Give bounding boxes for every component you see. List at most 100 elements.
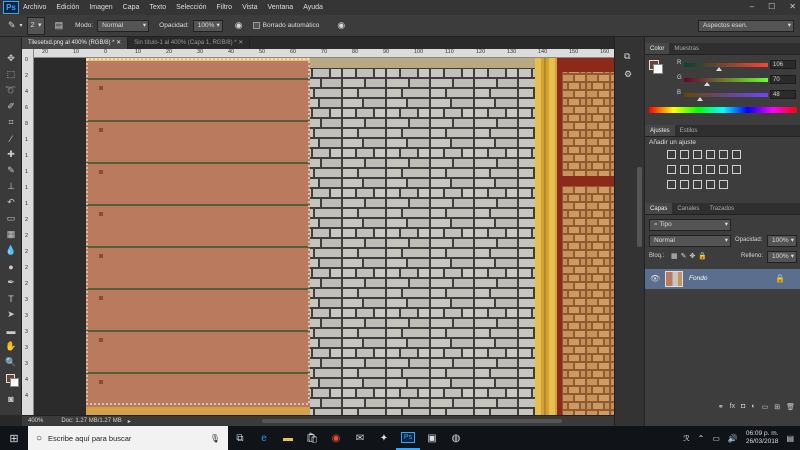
exposure-icon[interactable]: [706, 150, 715, 159]
minimize-icon[interactable]: –: [750, 2, 754, 11]
app-icon[interactable]: ▣: [420, 426, 444, 450]
taskbar-search[interactable]: ○ Escribe aquí para buscar 🎙: [28, 426, 228, 450]
layer-opacity-input[interactable]: 100%: [767, 235, 797, 247]
new-layer-icon[interactable]: ⊞: [774, 403, 780, 415]
slider-thumb[interactable]: [696, 97, 703, 101]
menu-archivo[interactable]: Archivo: [23, 4, 46, 11]
r-value[interactable]: 106: [770, 60, 796, 69]
shape-tool-icon[interactable]: ▬: [4, 325, 18, 336]
chrome-icon[interactable]: ◉: [324, 426, 348, 450]
threshold-icon[interactable]: [693, 180, 702, 189]
selective-color-icon[interactable]: [719, 180, 728, 189]
healing-tool-icon[interactable]: ✚: [4, 149, 18, 160]
volume-icon[interactable]: 🔊: [728, 434, 738, 443]
move-tool-icon[interactable]: ✥: [4, 53, 18, 64]
menu-seleccion[interactable]: Selección: [176, 4, 206, 11]
quick-mask-icon[interactable]: ◙: [4, 393, 18, 404]
visibility-eye-icon[interactable]: 👁: [650, 274, 660, 283]
image-canvas[interactable]: [34, 58, 614, 415]
windows-start-icon[interactable]: ⊞: [0, 426, 28, 450]
background-color-swatch[interactable]: [10, 378, 19, 387]
levels-icon[interactable]: [680, 150, 689, 159]
g-value[interactable]: 70: [770, 75, 796, 84]
file-explorer-icon[interactable]: ▬: [276, 426, 300, 450]
clock[interactable]: 06:09 p. m. 26/03/2018: [746, 430, 779, 446]
menu-capa[interactable]: Capa: [123, 4, 140, 11]
zoom-tool-icon[interactable]: 🔍: [4, 357, 18, 368]
fill-input[interactable]: 100%: [767, 251, 797, 263]
mask-icon[interactable]: ◘: [741, 403, 745, 415]
tab-estilos[interactable]: Estilos: [675, 125, 703, 136]
edge-icon[interactable]: e: [252, 426, 276, 450]
game-icon[interactable]: ◍: [444, 426, 468, 450]
pen-tool-icon[interactable]: ✒: [4, 277, 18, 288]
auto-erase-checkbox[interactable]: [252, 22, 260, 29]
store-icon[interactable]: 🛍: [300, 426, 324, 450]
stamp-tool-icon[interactable]: ⊥: [4, 181, 18, 192]
triangle-icon[interactable]: [732, 150, 741, 159]
invert-icon[interactable]: [667, 180, 676, 189]
hue-sat-icon[interactable]: [667, 165, 676, 174]
vertical-scrollbar[interactable]: [637, 167, 642, 247]
maximize-icon[interactable]: ☐: [768, 2, 775, 11]
notifications-icon[interactable]: ▤: [786, 434, 794, 443]
tab-tilesetxd[interactable]: Tilesetxd.png al 400% (RGB/8) * ✕: [22, 37, 129, 49]
history-brush-icon[interactable]: ↶: [4, 197, 18, 208]
layer-row-fondo[interactable]: 👁 Fondo 🔒: [645, 269, 800, 289]
canvas-area[interactable]: [34, 58, 614, 415]
folder-icon[interactable]: ▭: [762, 403, 769, 415]
marquee-tool-icon[interactable]: ⬚: [4, 69, 18, 80]
zoom-level[interactable]: 400%: [28, 418, 43, 424]
pressure-size-icon[interactable]: ◉: [337, 20, 345, 31]
workspace-select[interactable]: Aspectos esen.: [698, 20, 794, 32]
slider-thumb[interactable]: [704, 82, 711, 86]
adjust-layer-icon[interactable]: ◐: [751, 403, 755, 415]
tray-up-icon[interactable]: ⌃: [698, 434, 705, 443]
dodge-tool-icon[interactable]: ●: [4, 261, 18, 272]
eyedropper-tool-icon[interactable]: ⁄: [4, 133, 18, 144]
layer-kind-filter[interactable]: ⌕ Tipo: [649, 219, 731, 231]
tab-muestras[interactable]: Muestras: [669, 43, 704, 54]
g-slider[interactable]: G 70: [649, 75, 797, 86]
fx-icon[interactable]: fx: [730, 403, 735, 415]
bw-icon[interactable]: [693, 165, 702, 174]
people-icon[interactable]: ℛ: [683, 434, 689, 443]
path-select-tool-icon[interactable]: ➤: [4, 309, 18, 320]
type-tool-icon[interactable]: T: [4, 293, 18, 304]
microphone-icon[interactable]: 🎙: [210, 434, 220, 443]
pencil-tool-icon[interactable]: ✎: [8, 20, 16, 31]
tab-ajustes[interactable]: Ajustes: [645, 125, 675, 136]
quick-select-tool-icon[interactable]: ✐: [4, 101, 18, 112]
gradient-map-icon[interactable]: [706, 180, 715, 189]
color-spectrum[interactable]: [649, 107, 797, 113]
brightness-icon[interactable]: [667, 150, 676, 159]
network-icon[interactable]: ▭: [712, 434, 720, 443]
r-slider[interactable]: R 106: [649, 60, 797, 71]
vibrance-icon[interactable]: [719, 150, 728, 159]
color-balance-icon[interactable]: [680, 165, 689, 174]
channel-mixer-icon[interactable]: [719, 165, 728, 174]
color-lookup-icon[interactable]: [732, 165, 741, 174]
menu-filtro[interactable]: Filtro: [217, 4, 233, 11]
properties-icon[interactable]: ⚙: [624, 69, 632, 80]
horizontal-scrollbar[interactable]: [262, 419, 562, 423]
blend-mode-select[interactable]: Normal: [649, 235, 731, 247]
b-slider[interactable]: B 48: [649, 90, 797, 101]
menu-ayuda[interactable]: Ayuda: [303, 4, 323, 11]
tab-sin-titulo[interactable]: Sin título-1 al 400% (Capa 1, RGB/8) * ✕: [128, 37, 251, 49]
blur-tool-icon[interactable]: 💧: [4, 245, 18, 256]
menu-ventana[interactable]: Ventana: [268, 4, 294, 11]
tab-canales[interactable]: Canales: [672, 203, 704, 214]
menu-vista[interactable]: Vista: [242, 4, 257, 11]
status-arrow-icon[interactable]: ▸: [128, 418, 131, 425]
link-icon[interactable]: ⚭: [718, 403, 724, 415]
slider-thumb[interactable]: [715, 67, 722, 71]
crop-tool-icon[interactable]: ⌗: [4, 117, 18, 128]
menu-texto[interactable]: Texto: [149, 4, 166, 11]
eraser-tool-icon[interactable]: ▭: [4, 213, 18, 224]
menu-imagen[interactable]: Imagen: [89, 4, 112, 11]
curves-icon[interactable]: [693, 150, 702, 159]
mail-icon[interactable]: ✉: [348, 426, 372, 450]
tab-trazados[interactable]: Trazados: [704, 203, 739, 214]
trash-icon[interactable]: 🗑: [786, 403, 795, 415]
